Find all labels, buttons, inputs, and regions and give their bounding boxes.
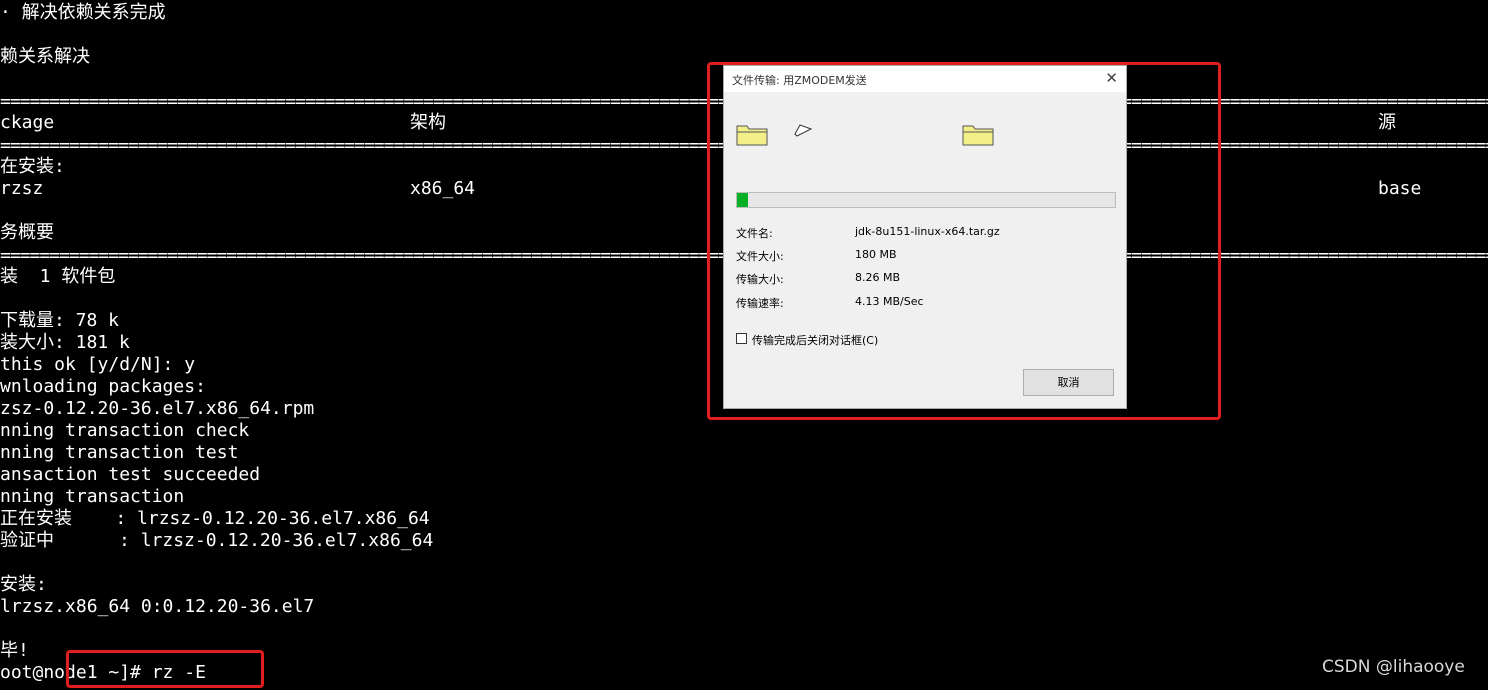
- arch-value: x86_64: [410, 178, 476, 199]
- terminal-line: · 解决依赖关系完成: [0, 2, 166, 23]
- terminal-line: 毕!: [0, 640, 29, 661]
- speed-label: 传输速率:: [736, 297, 784, 310]
- terminal-line: 务概要: [0, 222, 54, 243]
- source-value: base: [1378, 178, 1422, 199]
- terminal-line: 装 1 软件包: [0, 266, 116, 287]
- dialog-titlebar[interactable]: 文件传输: 用ZMODEM发送 ✕: [724, 66, 1126, 92]
- terminal-line: this ok [y/d/N]: y: [0, 354, 196, 375]
- terminal-line: rzsz: [0, 178, 44, 199]
- terminal-line: wnloading packages:: [0, 376, 206, 397]
- terminal-line: zsz-0.12.20-36.el7.x86_64.rpm: [0, 398, 315, 419]
- column-header-package: ckage: [0, 112, 55, 133]
- terminal-line: 验证中 : lrzsz-0.12.20-36.el7.x86_64: [0, 530, 434, 551]
- transferred-label: 传输大小:: [736, 273, 784, 286]
- column-header-arch: 架构: [410, 112, 446, 133]
- terminal-line: nning transaction test: [0, 442, 239, 463]
- dialog-title: 文件传输: 用ZMODEM发送: [732, 74, 867, 87]
- speed-value: 4.13 MB/Sec: [855, 295, 924, 308]
- command-highlight-box: [66, 650, 264, 688]
- filesize-label: 文件大小:: [736, 250, 784, 263]
- filename-label: 文件名:: [736, 227, 773, 240]
- watermark: CSDN @lihaooye: [1322, 657, 1465, 677]
- filename-value: jdk-8u151-linux-x64.tar.gz: [855, 225, 1000, 238]
- terminal-line: 赖关系解决: [0, 46, 90, 67]
- terminal-line: ansaction test succeeded: [0, 464, 261, 485]
- paper-icon: [794, 124, 813, 137]
- column-header-source: 源: [1378, 112, 1396, 133]
- terminal-line: 在安装:: [0, 156, 65, 177]
- close-after-checkbox[interactable]: [736, 333, 747, 344]
- progress-fill: [737, 193, 749, 207]
- source-folder-icon: [736, 125, 768, 146]
- terminal-line: 安装:: [0, 574, 47, 595]
- terminal-line: nning transaction: [0, 486, 185, 507]
- close-icon[interactable]: ✕: [1105, 69, 1118, 87]
- file-transfer-dialog: 文件传输: 用ZMODEM发送 ✕ 文件名: jdk-8u151-linux-x…: [723, 65, 1127, 409]
- terminal-line: lrzsz.x86_64 0:0.12.20-36.el7: [0, 596, 315, 617]
- terminal-line: 装大小: 181 k: [0, 332, 130, 353]
- terminal-line: nning transaction check: [0, 420, 250, 441]
- terminal-line: 正在安装 : lrzsz-0.12.20-36.el7.x86_64: [0, 508, 430, 529]
- transfer-progress-bar: [736, 192, 1116, 208]
- destination-folder-icon: [962, 125, 994, 146]
- filesize-value: 180 MB: [855, 248, 897, 261]
- terminal-line: 下载量: 78 k: [0, 310, 120, 331]
- close-after-label[interactable]: 传输完成后关闭对话框(C): [752, 332, 878, 348]
- cancel-button[interactable]: 取消: [1023, 369, 1114, 396]
- transferred-value: 8.26 MB: [855, 271, 901, 284]
